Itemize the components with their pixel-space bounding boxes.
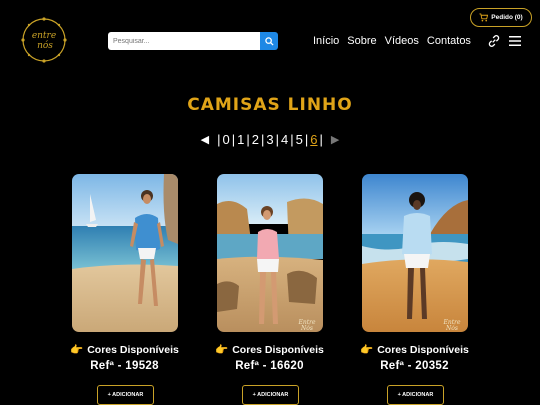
pointing-hand-icon: 👉 — [360, 344, 374, 356]
pointing-hand-icon: 👉 — [70, 344, 84, 356]
hamburger-menu-icon[interactable] — [509, 35, 521, 47]
product-photo-woman-beach-cliffs: Entre Nós — [362, 174, 468, 332]
svg-text:Nós: Nós — [300, 325, 313, 332]
page-link-2[interactable]: 2 — [250, 132, 261, 147]
available-colors-link[interactable]: 👉 Cores Disponíveis — [342, 343, 487, 356]
page-link-1[interactable]: 1 — [235, 132, 246, 147]
page-link-current[interactable]: 6 — [308, 132, 319, 147]
search-input[interactable] — [108, 32, 260, 50]
svg-text:nós: nós — [37, 40, 53, 51]
pagination: ◀ | 0 | 1 | 2 | 3 | 4 | 5 | 6 | ▶ — [0, 132, 540, 147]
pointing-hand-icon: 👉 — [215, 344, 229, 356]
colors-label: Cores Disponíveis — [87, 344, 179, 356]
product-image[interactable]: Entre Nós — [217, 174, 323, 332]
next-page-arrow[interactable]: ▶ — [331, 133, 339, 146]
cart-icon — [479, 13, 489, 22]
nav-videos[interactable]: Vídeos — [385, 35, 419, 47]
colors-label: Cores Disponíveis — [232, 344, 324, 356]
product-image[interactable]: Entre Nós — [362, 174, 468, 332]
nav-inicio[interactable]: Início — [313, 35, 339, 47]
colors-label: Cores Disponíveis — [377, 344, 469, 356]
page-title: CAMISAS LINHO — [187, 95, 353, 115]
product-reference: Refª - 20352 — [380, 360, 449, 372]
link-icon[interactable] — [487, 34, 501, 48]
search-button[interactable] — [260, 32, 278, 50]
product-reference: Refª - 16620 — [235, 360, 304, 372]
nav-sobre[interactable]: Sobre — [347, 35, 376, 47]
order-label: Pedido (0) — [491, 14, 523, 21]
add-to-order-button[interactable]: + ADICIONAR — [242, 385, 299, 405]
search-icon — [264, 36, 274, 46]
site-header: entre nós Início Sobre Vídeos Contatos — [0, 0, 540, 80]
order-button[interactable]: Pedido (0) — [470, 8, 532, 27]
svg-text:entre: entre — [32, 31, 56, 41]
pagination-separator: | — [319, 132, 323, 147]
svg-text:Nós: Nós — [445, 325, 458, 332]
brand-logo[interactable]: entre nós — [18, 14, 70, 66]
add-to-order-button[interactable]: + ADICIONAR — [97, 385, 154, 405]
product-reference: Refª - 19528 — [90, 360, 159, 372]
product-photo-woman-beach-sailboat — [72, 174, 178, 332]
prev-page-arrow[interactable]: ◀ — [201, 133, 209, 146]
page-link-0[interactable]: 0 — [221, 132, 232, 147]
page-link-3[interactable]: 3 — [264, 132, 275, 147]
page-link-4[interactable]: 4 — [279, 132, 290, 147]
search-bar — [108, 32, 278, 50]
product-photo-woman-beach-rocks: Entre Nós — [217, 174, 323, 332]
main-nav: Início Sobre Vídeos Contatos — [313, 35, 471, 47]
nav-contatos[interactable]: Contatos — [427, 35, 471, 47]
available-colors-link[interactable]: 👉 Cores Disponíveis — [197, 343, 342, 356]
add-to-order-button[interactable]: + ADICIONAR — [387, 385, 444, 405]
product-image[interactable] — [72, 174, 178, 332]
available-colors-link[interactable]: 👉 Cores Disponíveis — [52, 343, 197, 356]
page-link-5[interactable]: 5 — [294, 132, 305, 147]
